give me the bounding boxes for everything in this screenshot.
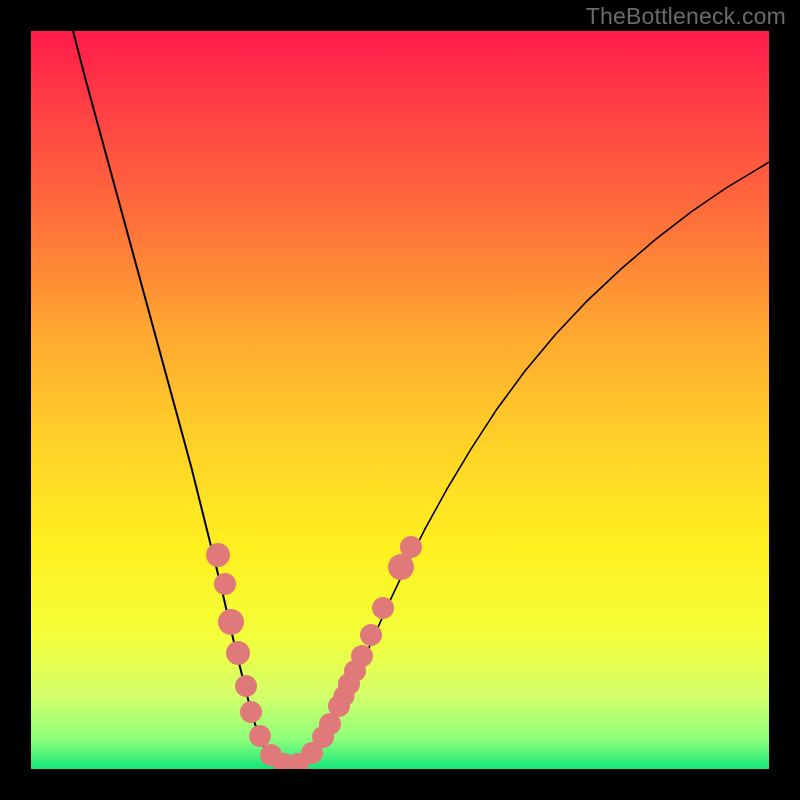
- data-marker: [400, 536, 422, 558]
- data-markers: [206, 536, 422, 769]
- plot-area: [31, 31, 769, 769]
- data-marker: [372, 597, 394, 619]
- bottleneck-curve-left: [73, 31, 290, 768]
- data-marker: [351, 645, 373, 667]
- data-marker: [240, 701, 262, 723]
- data-marker: [206, 543, 230, 567]
- chart-svg: [31, 31, 769, 769]
- watermark-text: TheBottleneck.com: [586, 3, 786, 30]
- data-marker: [218, 609, 244, 635]
- data-marker: [360, 624, 382, 646]
- chart-frame: TheBottleneck.com: [0, 0, 800, 800]
- data-marker: [235, 675, 257, 697]
- data-marker: [214, 573, 236, 595]
- data-marker: [249, 725, 271, 747]
- data-marker: [226, 641, 250, 665]
